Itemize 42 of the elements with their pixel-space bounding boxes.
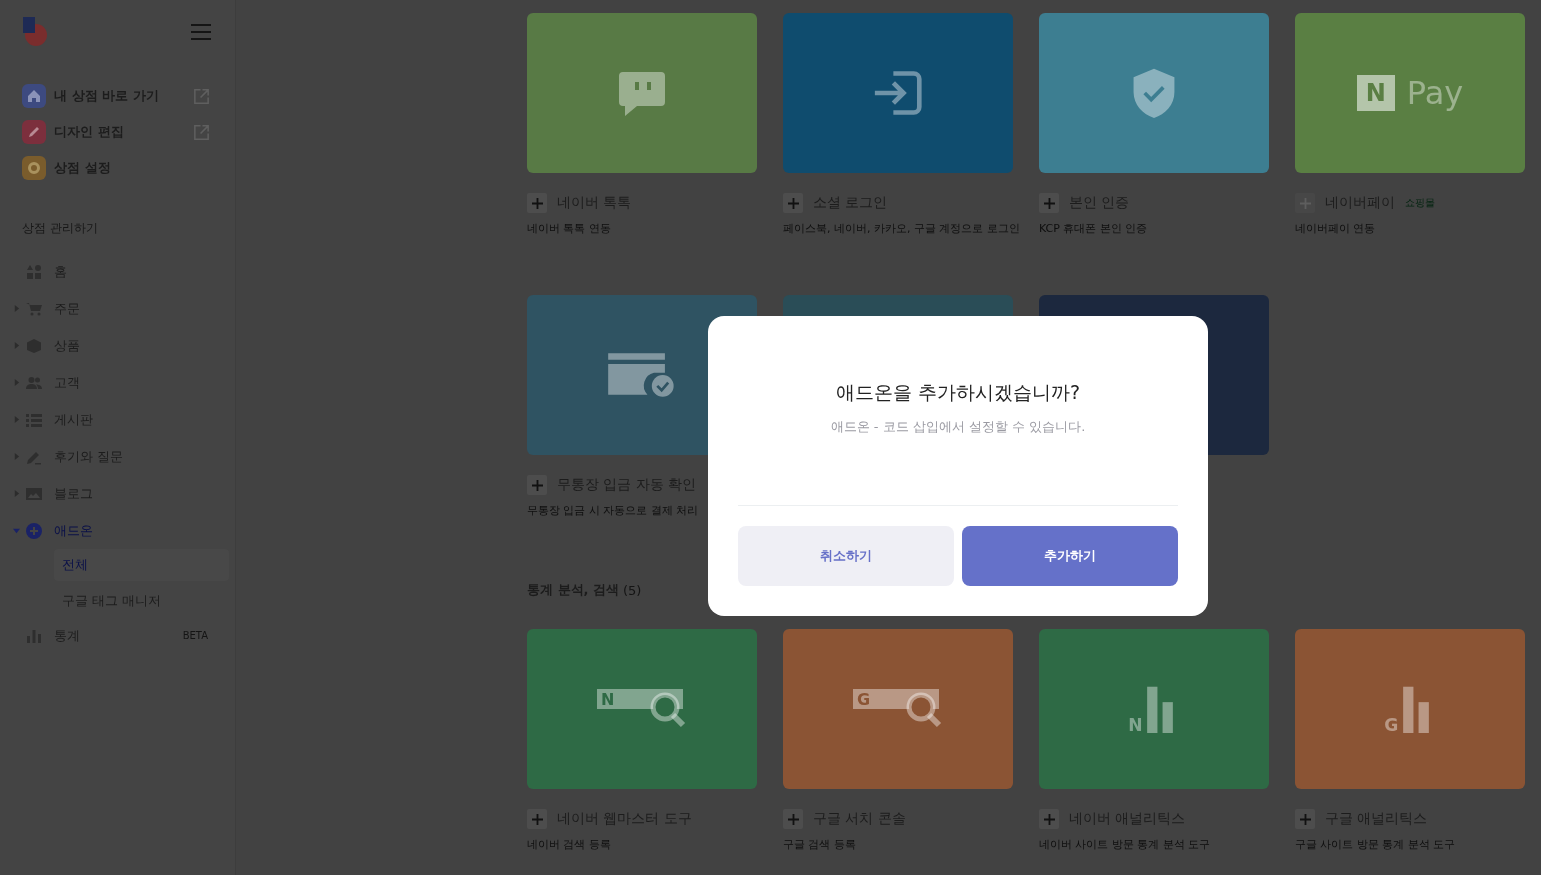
caret-icon[interactable] [13,490,20,497]
add-button[interactable] [527,193,547,213]
dialog-message: 애드온 - 코드 삽입에서 설정할 수 있습니다. [830,418,1086,436]
plus-icon [787,197,799,209]
logo-text: Pay [1406,74,1464,112]
addon-thumbnail[interactable]: G [1295,629,1525,789]
addon-thumbnail[interactable] [783,13,1013,173]
cancel-button[interactable]: 취소하기 [738,526,954,586]
plus-icon [787,813,799,825]
add-button[interactable]: 추가하기 [962,526,1178,586]
nav-item[interactable]: 애드온 [54,521,213,540]
add-button[interactable] [1295,809,1315,829]
add-button[interactable] [783,193,803,213]
logo-icon[interactable] [22,17,48,47]
plus-icon [1299,813,1311,825]
plus-icon [1043,197,1055,209]
addon-thumbnail[interactable]: G [783,629,1013,789]
addon-thumbnail[interactable]: N [527,629,757,789]
caret-icon[interactable] [13,379,20,386]
add-button[interactable] [527,475,547,495]
dialog-title: 애드온을 추가하시겠습니까? [835,380,1081,405]
caret-icon[interactable] [13,416,20,423]
addon-thumbnail[interactable]: N [1039,629,1269,789]
plus-icon [1043,813,1055,825]
plus-icon [531,197,543,209]
add-button[interactable] [783,809,803,829]
addon-thumbnail[interactable] [527,13,757,173]
add-button[interactable] [1039,193,1059,213]
add-button[interactable] [1039,809,1059,829]
add-button[interactable] [527,809,547,829]
subnav-item[interactable]: 전체 [54,549,229,581]
caret-icon[interactable] [13,453,20,460]
menu-icon[interactable] [191,23,211,41]
caret-icon[interactable] [13,527,20,534]
caret-icon[interactable] [13,305,20,312]
addon-thumbnail[interactable] [1039,13,1269,173]
external-link-icon[interactable] [192,122,211,142]
external-link-icon[interactable] [192,86,211,106]
logo-mark: N [1356,75,1395,111]
caret-icon[interactable] [13,342,20,349]
plus-icon [531,813,543,825]
plus-icon [531,479,543,491]
